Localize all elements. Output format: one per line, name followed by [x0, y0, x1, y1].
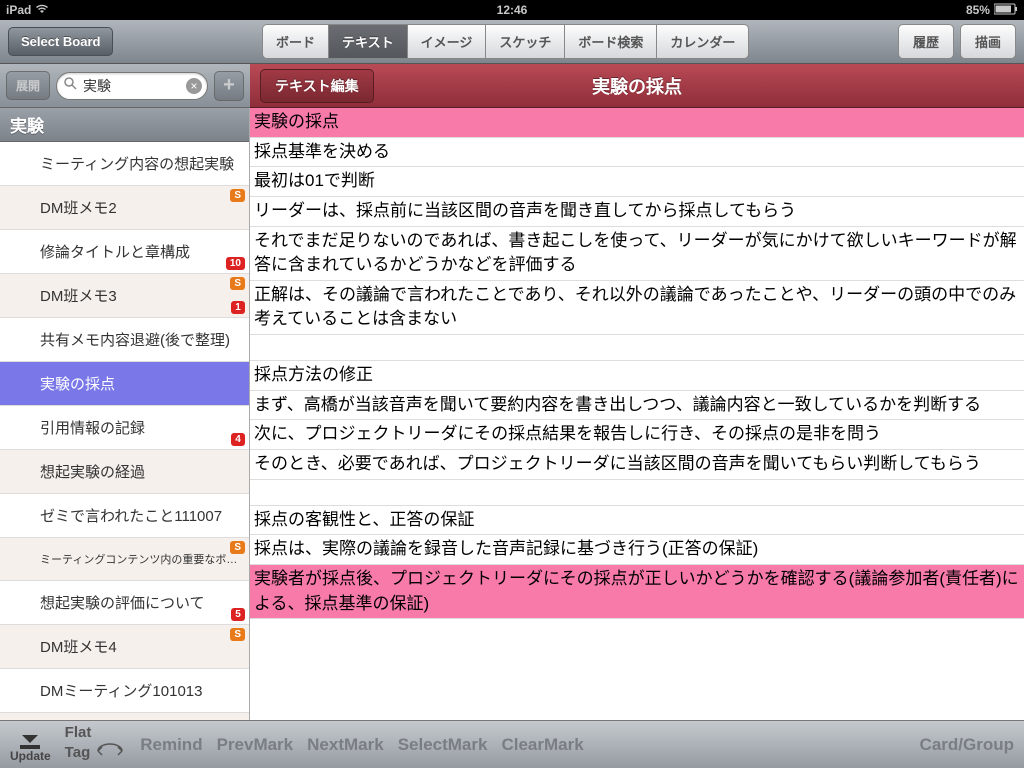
- list-item[interactable]: DM班メモ3S1: [0, 274, 249, 318]
- seg-btn-3[interactable]: スケッチ: [485, 24, 564, 59]
- seg-btn-0[interactable]: ボード: [262, 24, 328, 59]
- count-badge: 4: [231, 433, 245, 446]
- list-item[interactable]: DM班メモ4S: [0, 625, 249, 669]
- flat-label: Flat: [65, 725, 92, 742]
- content-header-row[interactable]: 実験の採点: [250, 108, 1024, 138]
- add-button[interactable]: +: [214, 71, 244, 101]
- battery-percent: 85%: [966, 3, 990, 17]
- list-item[interactable]: ミーティングコンテンツ内の重要なボード要素S: [0, 538, 249, 581]
- content-pane: 実験の採点採点基準を決める最初は01で判断リーダーは、採点前に当該区間の音声を聞…: [250, 108, 1024, 720]
- content-row[interactable]: 採点の客観性と、正答の保証: [250, 506, 1024, 536]
- s-badge: S: [230, 189, 245, 202]
- sidebar: 実験 ミーティング内容の想起実験DM班メモ2S修論タイトルと章構成10 DM班メモ…: [0, 108, 250, 720]
- count-badge: 1: [231, 301, 245, 314]
- device-label: iPad: [6, 3, 31, 17]
- content-row[interactable]: リーダーは、採点前に当該区間の音声を聞き直してから採点してもらう: [250, 197, 1024, 227]
- seg-btn-5[interactable]: カレンダー: [656, 24, 749, 59]
- list-item[interactable]: 修論タイトルと章構成10: [0, 230, 249, 274]
- list-item[interactable]: 想起実験の経過: [0, 450, 249, 494]
- content-row[interactable]: 最初は01で判断: [250, 167, 1024, 197]
- list-item[interactable]: 想起実験の評価について5: [0, 581, 249, 625]
- main-area: 実験 ミーティング内容の想起実験DM班メモ2S修論タイトルと章構成10 DM班メモ…: [0, 108, 1024, 720]
- content-row[interactable]: まず、高橋が当該音声を聞いて要約内容を書き出しつつ、議論内容と一致しているかを判…: [250, 391, 1024, 421]
- expand-button[interactable]: 展開: [6, 71, 50, 100]
- top-toolbar: Select Board ボードテキストイメージスケッチボード検索カレンダー 履…: [0, 20, 1024, 64]
- bottom-toolbar: Update Flat Tag Remind PrevMark NextMark…: [0, 720, 1024, 768]
- nextmark-button[interactable]: NextMark: [307, 735, 384, 755]
- content-row[interactable]: 実験者が採点後、プロジェクトリーダにその採点が正しいかどうかを確認する(議論参加…: [250, 565, 1024, 619]
- list-item[interactable]: 2010年度夏休みの計画: [0, 713, 249, 720]
- content-row[interactable]: 採点基準を決める: [250, 138, 1024, 168]
- content-row[interactable]: [250, 335, 1024, 361]
- content-row[interactable]: 採点方法の修正: [250, 361, 1024, 391]
- s-badge: S: [230, 628, 245, 641]
- battery-icon: [994, 3, 1018, 18]
- content-row[interactable]: そのとき、必要であれば、プロジェクトリーダに当該区間の音声を聞いてもらい判断して…: [250, 450, 1024, 480]
- list-item[interactable]: ミーティング内容の想起実験: [0, 142, 249, 186]
- search-wrap: ×: [56, 72, 208, 100]
- clearmark-button[interactable]: ClearMark: [501, 735, 583, 755]
- draw-button[interactable]: 描画: [960, 24, 1016, 59]
- content-row[interactable]: 次に、プロジェクトリーダにその採点結果を報告しに行き、その採点の是非を問う: [250, 420, 1024, 450]
- cycle-icon: [94, 742, 126, 765]
- content-row[interactable]: [250, 480, 1024, 506]
- list-item[interactable]: 共有メモ内容退避(後で整理): [0, 318, 249, 362]
- s-badge: S: [230, 277, 245, 290]
- list-item[interactable]: 実験の採点: [0, 362, 249, 406]
- cardgroup-button[interactable]: Card/Group: [920, 735, 1014, 755]
- list-item[interactable]: ゼミで言われたこと111007: [0, 494, 249, 538]
- content-row[interactable]: 正解は、その議論で言われたことであり、それ以外の議論であったことや、リーダーの頭…: [250, 281, 1024, 335]
- seg-btn-4[interactable]: ボード検索: [564, 24, 656, 59]
- seg-btn-2[interactable]: イメージ: [407, 24, 486, 59]
- secondary-bar: 展開 × + テキスト編集 実験の採点: [0, 64, 1024, 108]
- content-header-bar: テキスト編集 実験の採点: [250, 64, 1024, 108]
- content-row[interactable]: それでまだ足りないのであれば、書き起こしを使って、リーダーが気にかけて欲しいキー…: [250, 227, 1024, 281]
- seg-btn-1[interactable]: テキスト: [328, 24, 407, 59]
- tag-label: Tag: [65, 745, 91, 762]
- sidebar-header: 実験: [0, 108, 249, 142]
- sidebar-toolbar: 展開 × +: [0, 64, 250, 108]
- list-item[interactable]: 引用情報の記録4: [0, 406, 249, 450]
- clear-icon[interactable]: ×: [186, 78, 202, 94]
- list-item[interactable]: DM班メモ2S: [0, 186, 249, 230]
- content-row[interactable]: 採点は、実際の議論を録音した音声記録に基づき行う(正答の保証): [250, 535, 1024, 565]
- sidebar-list: ミーティング内容の想起実験DM班メモ2S修論タイトルと章構成10DM班メモ3S1…: [0, 142, 249, 720]
- selectmark-button[interactable]: SelectMark: [398, 735, 488, 755]
- flat-tag-toggle[interactable]: Flat Tag: [65, 725, 127, 764]
- s-badge: S: [230, 541, 245, 554]
- update-button[interactable]: Update: [10, 727, 51, 763]
- wifi-icon: [35, 3, 49, 17]
- search-icon: [64, 77, 77, 95]
- status-time: 12:46: [343, 3, 680, 17]
- status-bar: iPad 12:46 85%: [0, 0, 1024, 20]
- count-badge: 5: [231, 608, 245, 621]
- prevmark-button[interactable]: PrevMark: [217, 735, 294, 755]
- list-item[interactable]: DMミーティング101013: [0, 669, 249, 713]
- select-board-button[interactable]: Select Board: [8, 27, 113, 56]
- count-badge: 10: [226, 257, 245, 270]
- segment-control: ボードテキストイメージスケッチボード検索カレンダー: [262, 24, 749, 59]
- text-edit-button[interactable]: テキスト編集: [260, 69, 374, 103]
- update-label: Update: [10, 749, 51, 763]
- remind-button[interactable]: Remind: [140, 735, 202, 755]
- history-button[interactable]: 履歴: [898, 24, 954, 59]
